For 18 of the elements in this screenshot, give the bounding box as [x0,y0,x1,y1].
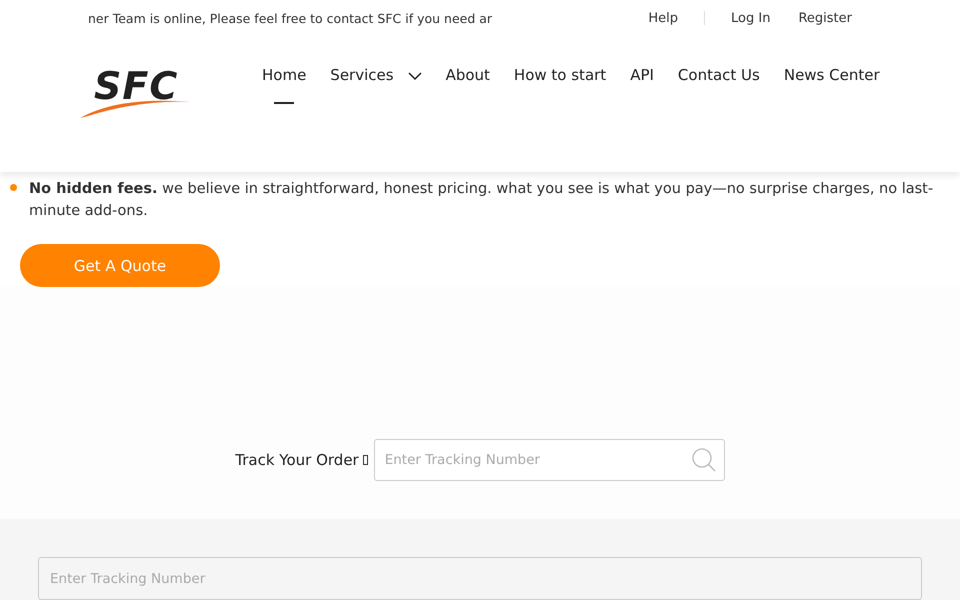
nav-link[interactable]: About [446,64,490,104]
glyph-box-icon [362,455,368,465]
tracking-field[interactable]: Enter Tracking Number [38,557,922,600]
online-notice: ner Team is online, Please feel free to contact SFC if you need ar [88,10,492,26]
track-label: Track Your Order [235,451,359,469]
top-link[interactable]: Help [634,10,692,26]
bullet-icon [10,184,17,191]
nav-link[interactable]: API [630,64,654,104]
nav-link[interactable]: Services [330,64,422,104]
top-link[interactable]: Log In [717,10,784,26]
tracking-field[interactable]: Enter Tracking Number [374,439,725,481]
feature-text: No hidden fees. we believe in straightforward, honest pricing. what you see is what you pay—no surprise charges, no last-minute add-ons. [29,180,934,221]
nav-link[interactable]: Contact Us [678,64,760,104]
logo[interactable]: SFC [80,66,192,122]
search-icon[interactable] [690,447,717,473]
nav-link[interactable]: News Center [784,64,880,104]
nav-link[interactable]: How to start [514,64,606,104]
top-link[interactable]: Register [784,10,866,26]
